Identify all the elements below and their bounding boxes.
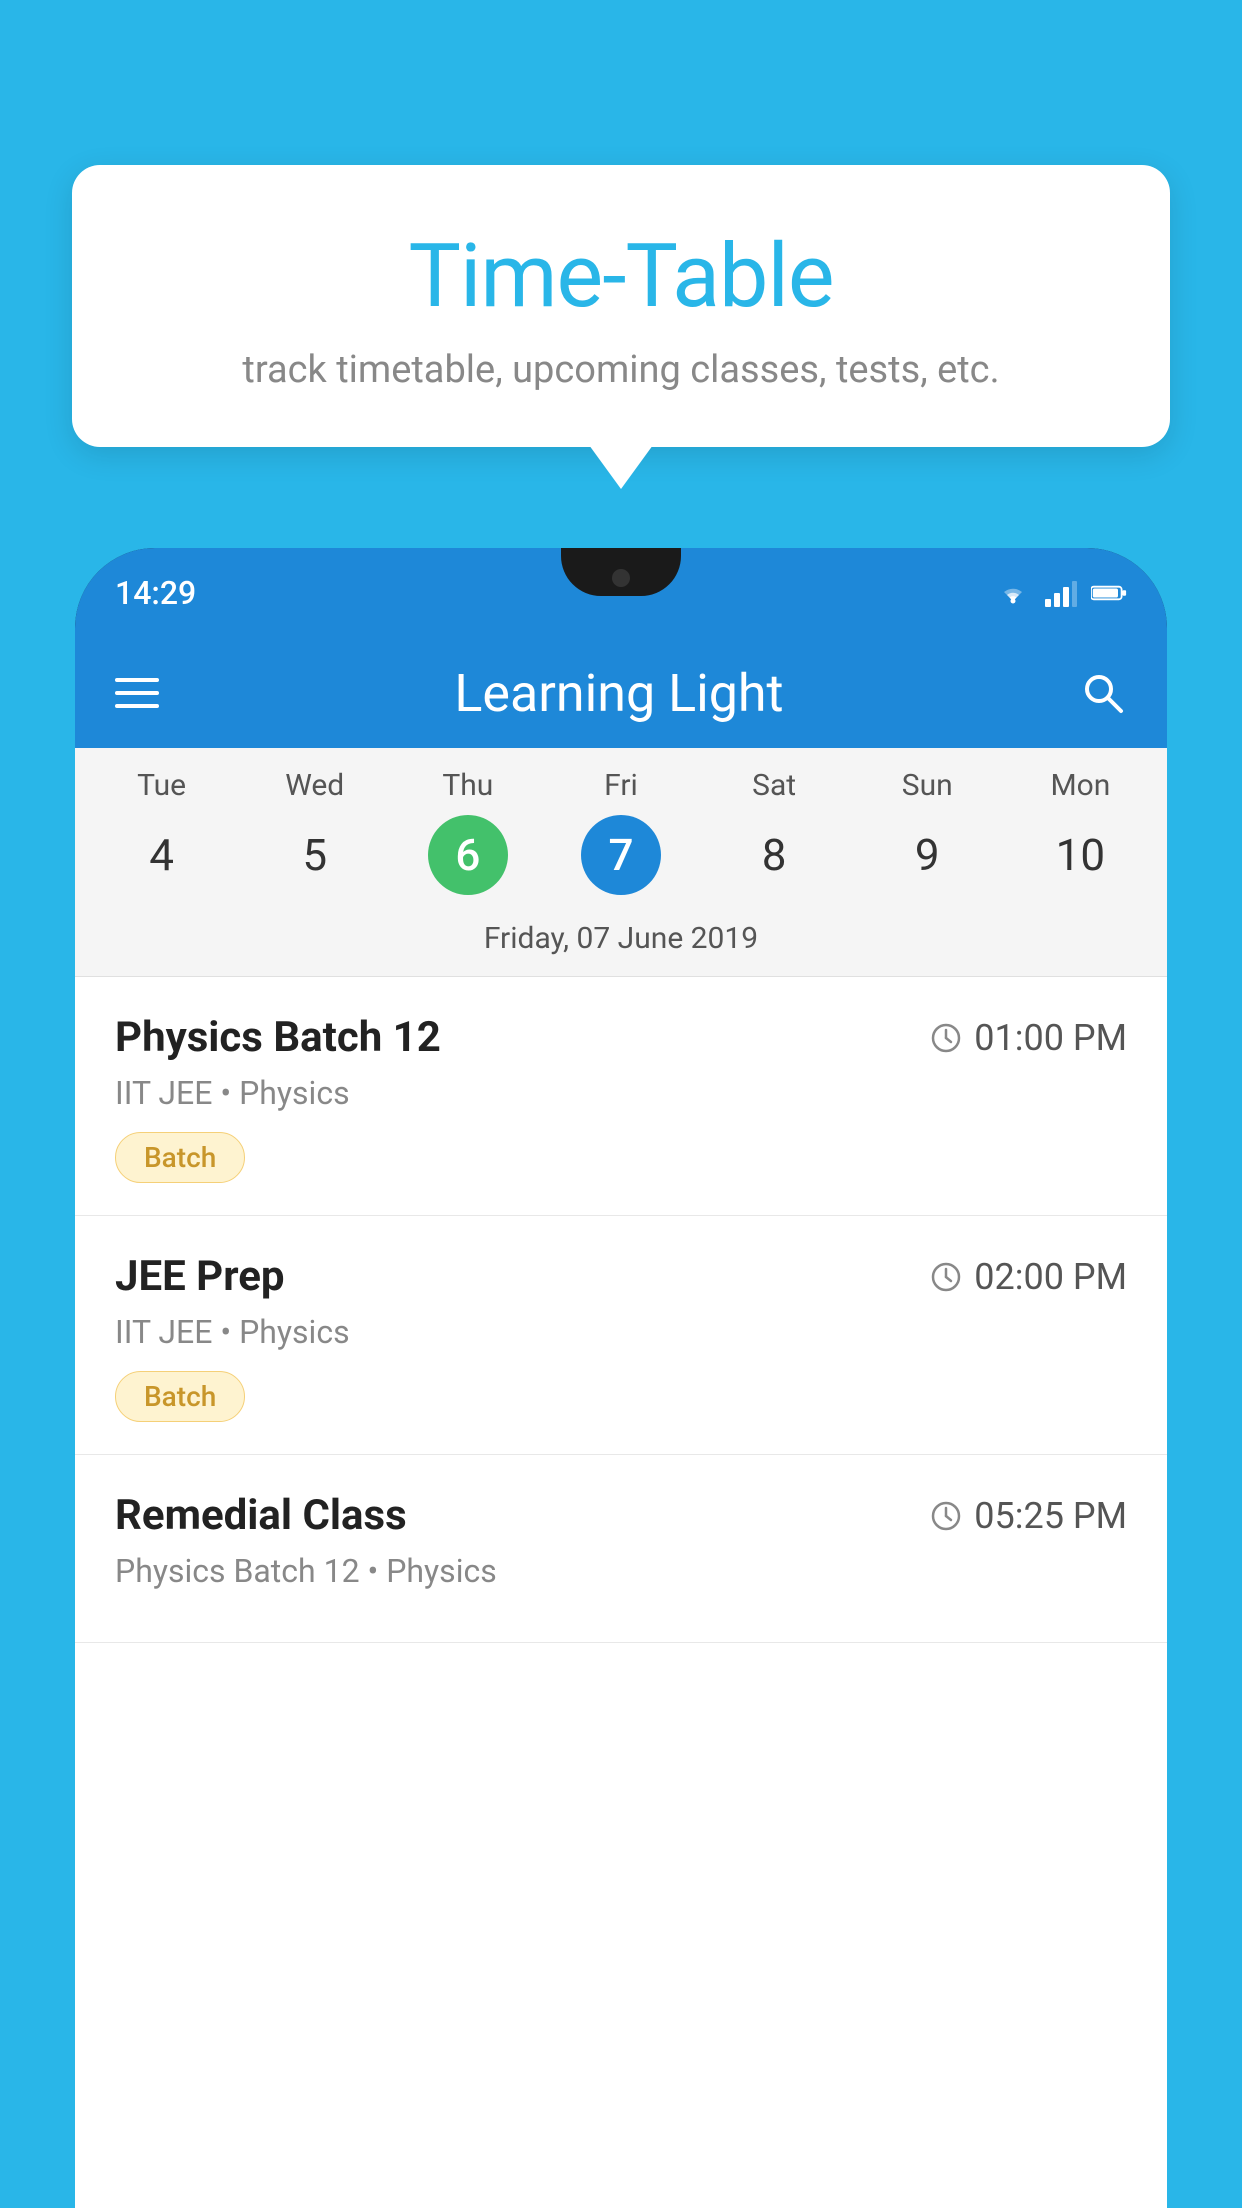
batch-badge: Batch bbox=[115, 1371, 245, 1422]
status-time: 14:29 bbox=[115, 574, 196, 612]
clock-icon bbox=[930, 1500, 962, 1532]
schedule-item[interactable]: Physics Batch 12 01:00 PM IIT JEE • Phys… bbox=[75, 977, 1167, 1216]
calendar-strip: Tue 4 Wed 5 Thu 6 Fri 7 Sat 8 Sun 9 Mon 10 Friday, 07… bbox=[75, 748, 1167, 977]
signal-icon bbox=[1045, 579, 1077, 607]
day-number[interactable]: 7 bbox=[581, 815, 661, 895]
schedule-time: 01:00 PM bbox=[930, 1017, 1127, 1059]
schedule-item-header: JEE Prep 02:00 PM bbox=[115, 1252, 1127, 1301]
phone-frame: 14:29 bbox=[75, 548, 1167, 2208]
day-cell[interactable]: Sat 8 bbox=[709, 768, 839, 895]
tooltip-title: Time-Table bbox=[122, 225, 1120, 328]
schedule-sub: Physics Batch 12 • Physics bbox=[115, 1552, 1127, 1590]
schedule-item[interactable]: Remedial Class 05:25 PM Physics Batch 12… bbox=[75, 1455, 1167, 1643]
day-cell[interactable]: Wed 5 bbox=[250, 768, 380, 895]
schedule-time: 02:00 PM bbox=[930, 1256, 1127, 1298]
batch-badge: Batch bbox=[115, 1132, 245, 1183]
tooltip-subtitle: track timetable, upcoming classes, tests… bbox=[122, 348, 1120, 392]
notch bbox=[561, 548, 681, 596]
day-cell[interactable]: Thu 6 bbox=[403, 768, 533, 895]
schedule-time: 05:25 PM bbox=[930, 1495, 1127, 1537]
day-label: Sat bbox=[752, 768, 796, 803]
day-cell[interactable]: Mon 10 bbox=[1015, 768, 1145, 895]
battery-icon bbox=[1091, 583, 1127, 603]
phone-screen: Learning Light Tue4Wed5Thu6Fri7Sat8Sun9M… bbox=[75, 638, 1167, 2208]
day-number[interactable]: 4 bbox=[122, 815, 202, 895]
schedule-title: Physics Batch 12 bbox=[115, 1013, 441, 1062]
clock-icon bbox=[930, 1261, 962, 1293]
status-bar: 14:29 bbox=[75, 548, 1167, 638]
schedule-title: JEE Prep bbox=[115, 1252, 285, 1301]
day-number[interactable]: 9 bbox=[887, 815, 967, 895]
clock-icon bbox=[930, 1022, 962, 1054]
app-title: Learning Light bbox=[454, 663, 783, 724]
schedule-list: Physics Batch 12 01:00 PM IIT JEE • Phys… bbox=[75, 977, 1167, 1643]
status-icons bbox=[995, 579, 1127, 607]
schedule-sub: IIT JEE • Physics bbox=[115, 1313, 1127, 1351]
day-number[interactable]: 6 bbox=[428, 815, 508, 895]
day-number[interactable]: 5 bbox=[275, 815, 355, 895]
wifi-icon bbox=[995, 579, 1031, 607]
day-number[interactable]: 8 bbox=[734, 815, 814, 895]
day-cell[interactable]: Sun 9 bbox=[862, 768, 992, 895]
camera-dot bbox=[612, 569, 630, 587]
day-label: Mon bbox=[1050, 768, 1110, 803]
day-cell[interactable]: Tue 4 bbox=[97, 768, 227, 895]
schedule-sub: IIT JEE • Physics bbox=[115, 1074, 1127, 1112]
selected-date-label: Friday, 07 June 2019 bbox=[75, 905, 1167, 977]
tooltip-card: Time-Table track timetable, upcoming cla… bbox=[72, 165, 1170, 447]
day-number[interactable]: 10 bbox=[1040, 815, 1120, 895]
days-row: Tue 4 Wed 5 Thu 6 Fri 7 Sat 8 Sun 9 Mon 10 bbox=[75, 768, 1167, 895]
day-label: Fri bbox=[604, 768, 638, 803]
day-cell[interactable]: Fri 7 bbox=[556, 768, 686, 895]
day-label: Thu bbox=[442, 768, 493, 803]
day-label: Sun bbox=[902, 768, 953, 803]
schedule-item[interactable]: JEE Prep 02:00 PM IIT JEE • Physics Batc… bbox=[75, 1216, 1167, 1455]
search-icon[interactable] bbox=[1079, 669, 1127, 717]
schedule-title: Remedial Class bbox=[115, 1491, 407, 1540]
menu-icon[interactable] bbox=[115, 678, 159, 708]
schedule-item-header: Remedial Class 05:25 PM bbox=[115, 1491, 1127, 1540]
schedule-item-header: Physics Batch 12 01:00 PM bbox=[115, 1013, 1127, 1062]
app-header: Learning Light bbox=[75, 638, 1167, 748]
day-label: Tue bbox=[137, 768, 186, 803]
day-label: Wed bbox=[285, 768, 344, 803]
